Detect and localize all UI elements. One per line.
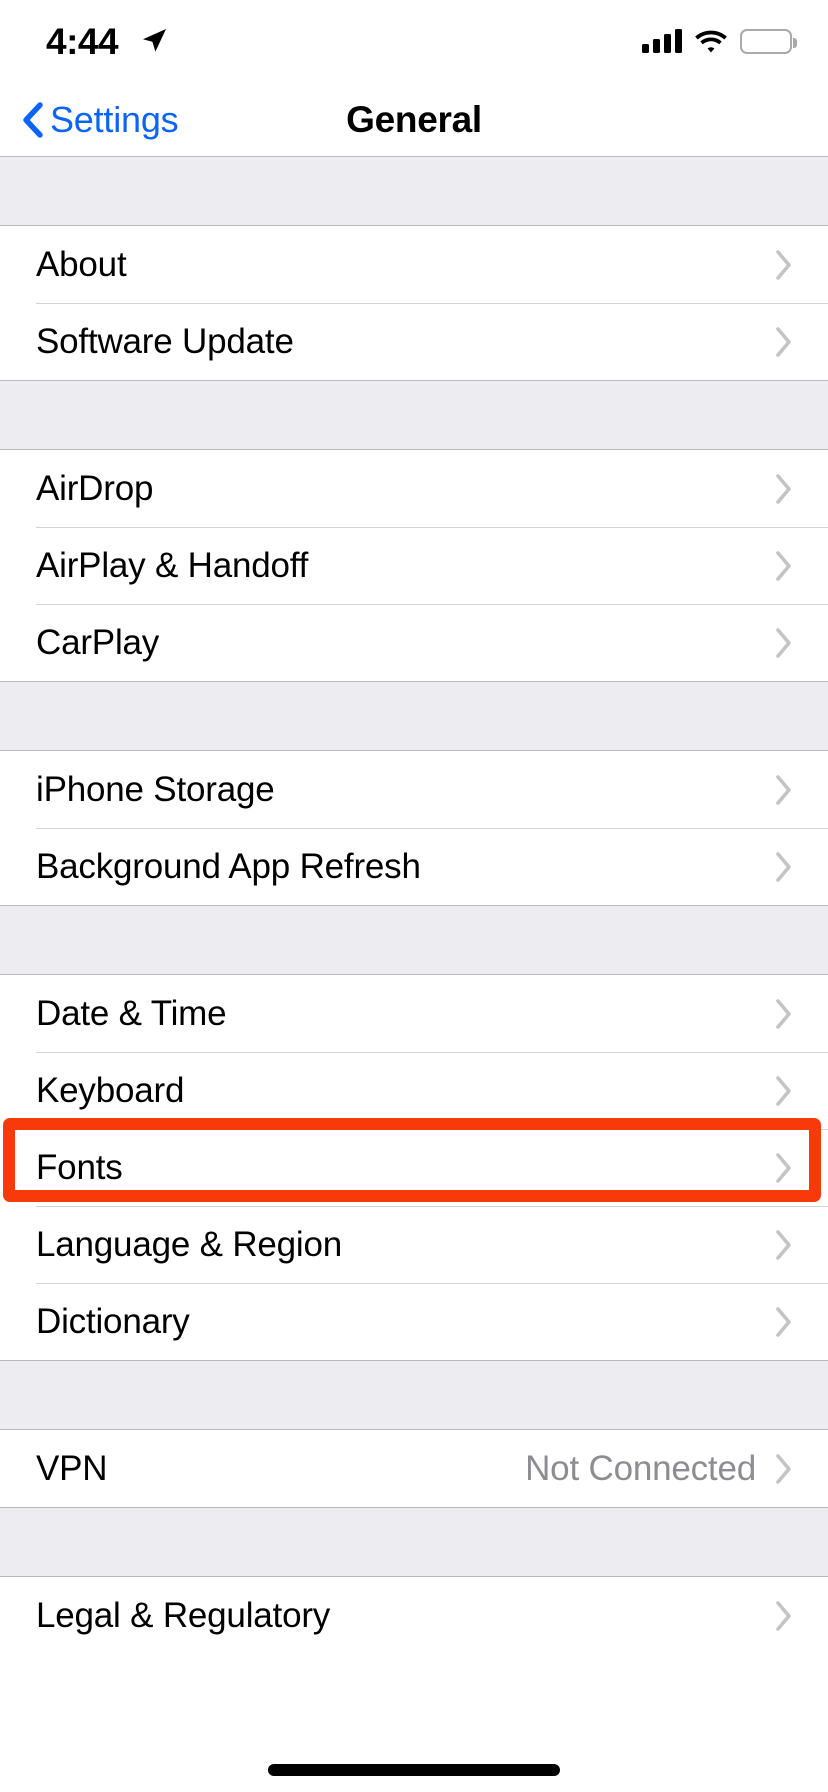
settings-list: About Software Update AirDrop AirPlay & Han…: [0, 156, 828, 1654]
settings-row-background-app-refresh[interactable]: Background App Refresh: [0, 828, 828, 905]
section-gap: [0, 1360, 828, 1430]
settings-group: VPN Not Connected: [0, 1430, 828, 1507]
row-detail-value: Not Connected: [525, 1448, 756, 1488]
chevron-right-icon: [774, 325, 794, 359]
settings-row-about[interactable]: About: [0, 226, 828, 303]
chevron-right-icon: [774, 248, 794, 282]
row-label: Language & Region: [36, 1224, 343, 1264]
location-arrow-icon: [140, 26, 168, 54]
row-label: Background App Refresh: [36, 846, 421, 886]
chevron-right-icon: [774, 1599, 794, 1633]
settings-group: Legal & Regulatory: [0, 1577, 828, 1654]
row-label: AirPlay & Handoff: [36, 545, 309, 585]
settings-group: iPhone Storage Background App Refresh: [0, 751, 828, 905]
settings-row-legal-regulatory[interactable]: Legal & Regulatory: [0, 1577, 828, 1654]
row-label: Date & Time: [36, 993, 227, 1033]
settings-group: AirDrop AirPlay & Handoff CarPlay: [0, 450, 828, 681]
row-label: Fonts: [36, 1147, 123, 1187]
chevron-right-icon: [774, 1151, 794, 1185]
status-bar: 4:44: [0, 0, 828, 84]
chevron-right-icon: [774, 1305, 794, 1339]
settings-row-date-time[interactable]: Date & Time: [0, 975, 828, 1052]
home-indicator[interactable]: [268, 1764, 560, 1776]
cellular-bars-icon: [642, 29, 682, 53]
chevron-right-icon: [774, 549, 794, 583]
row-label: AirDrop: [36, 468, 154, 508]
chevron-right-icon: [774, 997, 794, 1031]
wifi-icon: [695, 29, 727, 53]
settings-row-carplay[interactable]: CarPlay: [0, 604, 828, 681]
row-label: Software Update: [36, 321, 294, 361]
page-title: General: [346, 99, 482, 140]
section-gap: [0, 380, 828, 450]
settings-row-software-update[interactable]: Software Update: [0, 303, 828, 380]
chevron-right-icon: [774, 1074, 794, 1108]
settings-row-fonts[interactable]: Fonts: [0, 1129, 828, 1206]
row-label: Keyboard: [36, 1070, 185, 1110]
iphone-screen: 4:44 Settings General About Software Upd…: [0, 0, 828, 1792]
settings-row-dictionary[interactable]: Dictionary: [0, 1283, 828, 1360]
status-bar-time: 4:44: [46, 21, 119, 62]
settings-group: Date & Time Keyboard Fonts Language & Regio…: [0, 975, 828, 1360]
status-bar-indicators: [642, 26, 797, 56]
settings-row-language-region[interactable]: Language & Region: [0, 1206, 828, 1283]
row-label: VPN: [36, 1448, 108, 1488]
navigation-bar: Settings General: [0, 84, 828, 156]
row-label: CarPlay: [36, 622, 160, 662]
row-label: Legal & Regulatory: [36, 1595, 331, 1635]
section-gap: [0, 1507, 828, 1577]
row-label: iPhone Storage: [36, 769, 275, 809]
row-label: About: [36, 244, 127, 284]
section-gap: [0, 905, 828, 975]
chevron-right-icon: [774, 1452, 794, 1486]
chevron-right-icon: [774, 1228, 794, 1262]
settings-row-keyboard[interactable]: Keyboard: [0, 1052, 828, 1129]
section-gap: [0, 681, 828, 751]
settings-group: About Software Update: [0, 226, 828, 380]
battery-low-icon: [740, 28, 797, 54]
chevron-right-icon: [774, 626, 794, 660]
settings-row-airdrop[interactable]: AirDrop: [0, 450, 828, 527]
section-gap: [0, 156, 828, 226]
chevron-right-icon: [774, 773, 794, 807]
settings-row-airplay-handoff[interactable]: AirPlay & Handoff: [0, 527, 828, 604]
settings-row-iphone-storage[interactable]: iPhone Storage: [0, 751, 828, 828]
settings-row-vpn[interactable]: VPN Not Connected: [0, 1430, 828, 1507]
chevron-right-icon: [774, 472, 794, 506]
row-label: Dictionary: [36, 1301, 190, 1341]
chevron-right-icon: [774, 850, 794, 884]
